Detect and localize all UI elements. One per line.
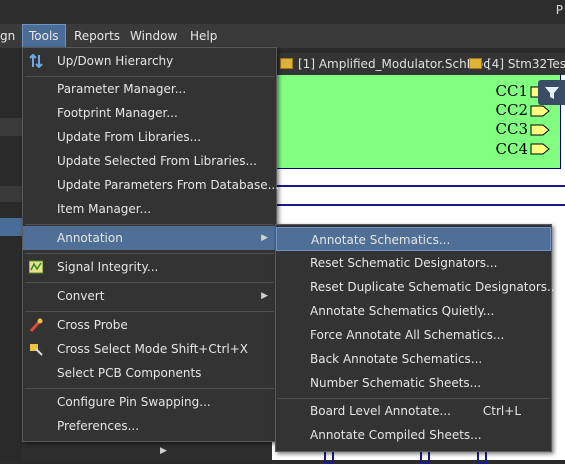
- menu-item-select-pcb-components[interactable]: Select PCB Components: [23, 361, 276, 385]
- tab-amplified-modulator[interactable]: [1] Amplified_Modulator.SchDoc: [280, 53, 490, 75]
- schdoc-icon: [469, 58, 482, 69]
- annotation-submenu: Annotate Schematics... Reset Schematic D…: [275, 224, 558, 452]
- menu-item-board-level-annotate[interactable]: Board Level Annotate... Ctrl+L: [276, 399, 551, 423]
- sheet-symbol[interactable]: CC1 CC2 CC3 CC4: [272, 75, 561, 169]
- filter-icon: [545, 87, 559, 99]
- menu-reports[interactable]: Reports: [68, 24, 126, 48]
- menu-item-item-manager[interactable]: Item Manager...: [23, 197, 276, 221]
- menu-item-configure-pin-swapping[interactable]: Configure Pin Swapping...: [23, 390, 276, 414]
- wire-junction: [420, 452, 430, 464]
- menu-help[interactable]: Help: [184, 24, 223, 48]
- menu-window[interactable]: Window: [124, 24, 183, 48]
- up-down-hierarchy-icon: [29, 54, 43, 68]
- menu-item-reset-schematic-designators[interactable]: Reset Schematic Designators...: [276, 251, 551, 275]
- title-bar: P: [0, 0, 565, 24]
- menu-item-cross-select-mode[interactable]: Cross Select Mode Shift+Ctrl+X: [23, 337, 276, 361]
- panel-bottom: [22, 440, 272, 460]
- submenu-arrow-icon: ▶: [261, 233, 268, 243]
- menu-separator: [25, 388, 274, 389]
- menu-tools[interactable]: Tools: [22, 24, 66, 48]
- menu-item-annotate-schematics[interactable]: Annotate Schematics...: [276, 227, 551, 251]
- menu-item-reset-duplicate-schematic-designators[interactable]: Reset Duplicate Schematic Designators...: [276, 275, 558, 299]
- wire-junction: [477, 452, 487, 464]
- tab-stm32testsc[interactable]: [4] Stm32TestSc: [469, 53, 565, 75]
- pin-label: CC1: [495, 82, 529, 100]
- panel-strip: [0, 186, 22, 202]
- wire-junction: [324, 452, 334, 464]
- menu-item-update-parameters-from-database[interactable]: Update Parameters From Database...: [23, 173, 279, 197]
- menu-design[interactable]: gn: [0, 24, 21, 48]
- wire: [272, 185, 565, 187]
- window-title: P: [555, 3, 563, 17]
- menu-item-update-selected-from-libraries[interactable]: Update Selected From Libraries...: [23, 149, 276, 173]
- menu-item-parameter-manager[interactable]: Parameter Manager...: [23, 77, 276, 101]
- panel-selected-row[interactable]: [0, 218, 22, 236]
- wire: [272, 204, 565, 206]
- filter-button[interactable]: [538, 80, 565, 105]
- document-tab-bar: [1] Amplified_Modulator.SchDoc [4] Stm32…: [272, 53, 565, 75]
- sheet-entry-port: [530, 124, 550, 136]
- cross-select-icon: [30, 344, 43, 356]
- menu-separator: [25, 253, 274, 254]
- menu-item-signal-integrity[interactable]: Signal Integrity...: [23, 255, 276, 279]
- menu-item-footprint-manager[interactable]: Footprint Manager...: [23, 101, 276, 125]
- menu-separator: [25, 282, 274, 283]
- menu-item-force-annotate-all-schematics[interactable]: Force Annotate All Schematics...: [276, 323, 551, 347]
- schdoc-icon: [280, 58, 293, 69]
- menu-item-annotate-schematics-quietly[interactable]: Annotate Schematics Quietly...: [276, 299, 551, 323]
- menu-separator: [25, 224, 274, 225]
- menu-item-number-schematic-sheets[interactable]: Number Schematic Sheets...: [276, 371, 551, 395]
- menu-item-annotation[interactable]: Annotation ▶: [23, 226, 276, 250]
- pin-label: CC2: [495, 101, 529, 119]
- sheet-entry-port: [530, 105, 550, 117]
- menu-item-convert[interactable]: Convert ▶: [23, 284, 276, 308]
- scroll-right-icon[interactable]: ▶: [160, 446, 167, 456]
- pin-label: CC3: [495, 120, 529, 138]
- menu-item-annotate-compiled-sheets[interactable]: Annotate Compiled Sheets...: [276, 423, 551, 447]
- menu-item-update-from-libraries[interactable]: Update From Libraries...: [23, 125, 276, 149]
- menu-item-preferences[interactable]: Preferences...: [23, 414, 276, 438]
- menu-item-up-down-hierarchy[interactable]: Up/Down Hierarchy: [23, 49, 276, 73]
- menu-item-cross-probe[interactable]: Cross Probe: [23, 313, 276, 337]
- menu-bar: gn Tools Reports Window Help: [0, 24, 565, 48]
- panel-strip: [0, 118, 22, 136]
- cross-probe-icon: [29, 318, 43, 332]
- sheet-entry-port: [530, 143, 550, 155]
- signal-integrity-icon: [29, 260, 43, 274]
- left-panel: [0, 48, 22, 460]
- tools-menu: Up/Down Hierarchy Parameter Manager... F…: [22, 47, 279, 442]
- pin-label: CC4: [495, 140, 529, 158]
- submenu-arrow-icon: ▶: [261, 291, 268, 301]
- menu-item-back-annotate-schematics[interactable]: Back Annotate Schematics...: [276, 347, 551, 371]
- menu-separator: [25, 311, 274, 312]
